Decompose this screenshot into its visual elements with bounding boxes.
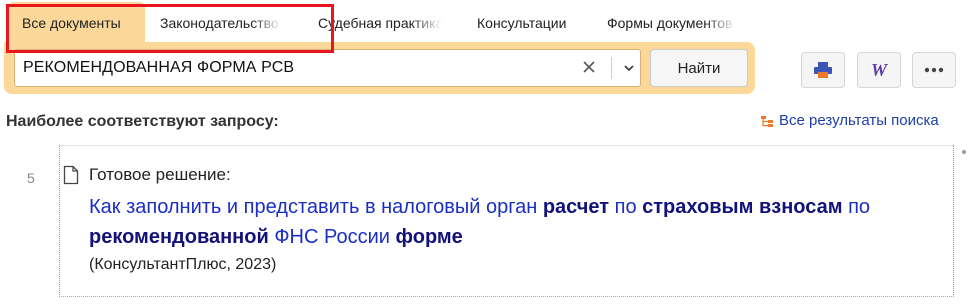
tab-bar: Все документы Законодательство Судебная … [0,0,968,44]
result-source: (КонсультантПлюс, 2023) [89,256,277,273]
divider [611,57,612,79]
result-number: 5 [27,170,35,186]
search-history-dropdown[interactable] [618,56,640,80]
result-title-link[interactable]: Как заполнить и представить в налоговый … [89,192,909,252]
word-export-icon: W [871,61,889,79]
tab-legislation[interactable]: Законодательство [160,2,282,44]
all-results-label: Все результаты поиска [779,112,939,129]
tab-all-documents[interactable]: Все документы [8,2,145,44]
export-word-button[interactable]: W [857,52,901,88]
close-icon [583,61,595,73]
search-input[interactable] [23,50,563,86]
search-panel: Найти [4,42,755,94]
more-icon [924,67,944,73]
section-title: Наиболее соответствуют запросу: [6,113,279,130]
clear-search-button[interactable] [577,56,601,80]
tab-court-practice[interactable]: Судебная практика [318,2,442,44]
print-button[interactable] [801,52,845,88]
document-icon [63,165,79,190]
result-list-border [59,296,954,297]
tab-document-forms[interactable]: Формы документов [607,2,737,44]
all-results-link[interactable]: Все результаты поиска [760,112,939,129]
tab-consultations[interactable]: Консультации [477,2,587,44]
chevron-down-icon [624,65,634,72]
find-button[interactable]: Найти [650,49,748,87]
scroll-marker [962,150,966,154]
tree-list-icon [761,115,773,127]
svg-text:W: W [871,61,889,79]
more-button[interactable] [912,52,956,88]
result-type-label: Готовое решение: [89,165,231,184]
search-box [14,49,641,87]
printer-icon [814,62,832,78]
